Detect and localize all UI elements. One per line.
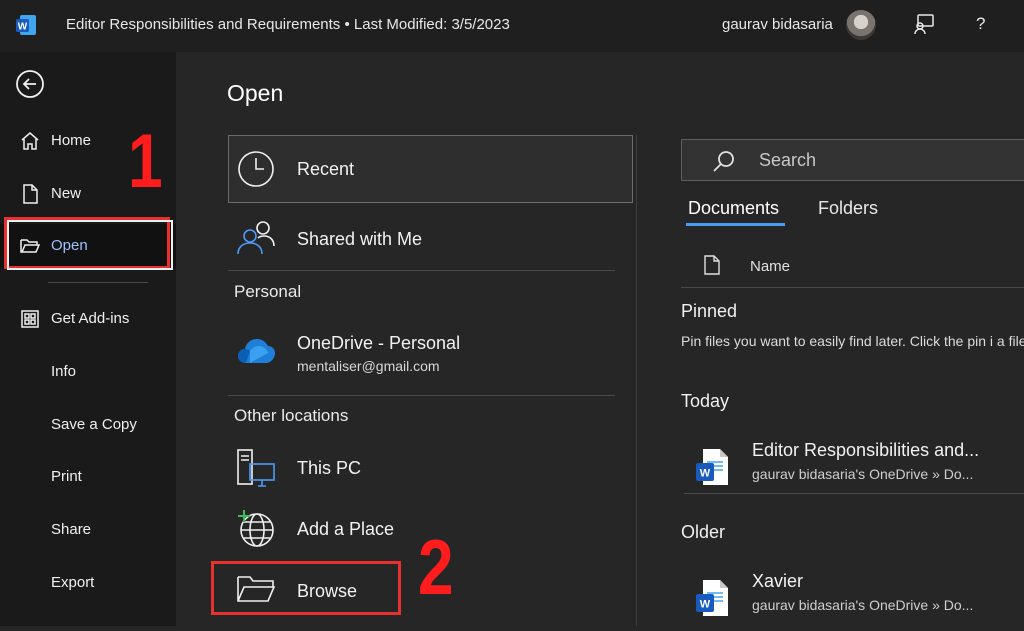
divider bbox=[681, 287, 1024, 288]
computer-icon bbox=[236, 448, 276, 488]
file-row-editor-responsibilities[interactable]: W Editor Responsibilities and... gaurav … bbox=[681, 440, 1024, 500]
today-heading: Today bbox=[681, 391, 730, 411]
word-file-icon: W bbox=[695, 448, 729, 486]
nav-item-label: Info bbox=[51, 363, 77, 380]
user-name[interactable]: gaurav bidasaria bbox=[722, 16, 833, 33]
word-file-icon-letter: W bbox=[700, 468, 711, 480]
nav-item-label: Print bbox=[51, 468, 82, 485]
page-title: Open bbox=[227, 80, 284, 106]
nav-item-print[interactable]: Print bbox=[0, 455, 176, 499]
divider bbox=[228, 395, 615, 396]
nav-divider bbox=[48, 282, 148, 283]
feedback-icon[interactable] bbox=[912, 12, 936, 36]
search-placeholder[interactable]: Search bbox=[759, 150, 816, 171]
globe-add-icon bbox=[236, 508, 276, 548]
divider bbox=[684, 493, 1024, 494]
open-focus-outline bbox=[7, 220, 173, 270]
recent-row[interactable]: Recent bbox=[228, 139, 616, 199]
shared-with-me-row[interactable]: Shared with Me bbox=[228, 210, 616, 270]
nav-item-info[interactable]: Info bbox=[0, 350, 176, 394]
shared-people-icon bbox=[236, 218, 276, 258]
older-heading: Older bbox=[681, 522, 726, 542]
this-pc-label: This PC bbox=[297, 458, 362, 478]
file-name: Xavier bbox=[752, 571, 804, 591]
word-app-icon: W bbox=[14, 13, 38, 37]
document-title[interactable]: Editor Responsibilities and Requirements… bbox=[66, 16, 510, 33]
word-file-icon-letter: W bbox=[700, 599, 711, 611]
other-locations-heading: Other locations bbox=[234, 406, 349, 425]
annotation-step-1: 1 bbox=[128, 119, 163, 204]
onedrive-cloud-icon bbox=[236, 337, 276, 365]
new-document-icon bbox=[20, 184, 40, 204]
nav-item-label: Home bbox=[51, 132, 92, 149]
divider bbox=[228, 270, 615, 271]
add-ins-icon bbox=[20, 309, 40, 329]
nav-item-get-add-ins[interactable]: Get Add-ins bbox=[0, 297, 176, 341]
clock-icon bbox=[236, 149, 276, 189]
onedrive-label: OneDrive - Personal bbox=[297, 333, 461, 353]
file-row-xavier[interactable]: W Xavier gaurav bidasaria's OneDrive » D… bbox=[681, 571, 1024, 631]
personal-heading: Personal bbox=[234, 282, 302, 301]
column-divider bbox=[636, 135, 637, 626]
file-type-header-icon bbox=[704, 255, 720, 275]
avatar[interactable] bbox=[846, 10, 876, 40]
file-name: Editor Responsibilities and... bbox=[752, 440, 980, 460]
active-tab-indicator bbox=[686, 223, 785, 226]
nav-item-label: Get Add-ins bbox=[51, 310, 130, 327]
nav-item-label: Share bbox=[51, 521, 92, 538]
browse-highlight-box bbox=[211, 561, 401, 615]
help-icon[interactable]: ? bbox=[976, 14, 985, 34]
onedrive-email: mentaliser@gmail.com bbox=[297, 358, 440, 374]
back-arrow-icon[interactable] bbox=[15, 69, 45, 99]
nav-item-export[interactable]: Export bbox=[0, 561, 176, 605]
file-location: gaurav bidasaria's OneDrive » Do... bbox=[752, 466, 974, 482]
nav-item-label: Export bbox=[51, 574, 95, 591]
name-column-header[interactable]: Name bbox=[750, 258, 790, 275]
tab-folders[interactable]: Folders bbox=[818, 198, 878, 219]
pinned-hint: Pin files you want to easily find later.… bbox=[681, 333, 1024, 349]
pinned-heading: Pinned bbox=[681, 301, 738, 321]
recent-label: Recent bbox=[297, 159, 355, 179]
nav-item-save-a-copy[interactable]: Save a Copy bbox=[0, 403, 176, 447]
shared-with-me-label: Shared with Me bbox=[297, 229, 423, 249]
onedrive-personal-row[interactable]: OneDrive - Personal mentaliser@gmail.com bbox=[228, 323, 616, 383]
nav-item-label: New bbox=[51, 185, 82, 202]
nav-item-label: Save a Copy bbox=[51, 416, 137, 433]
search-icon bbox=[712, 149, 736, 173]
file-location: gaurav bidasaria's OneDrive » Do... bbox=[752, 597, 974, 613]
app-icon-letter: W bbox=[18, 22, 28, 33]
nav-item-share[interactable]: Share bbox=[0, 508, 176, 552]
tab-documents[interactable]: Documents bbox=[688, 198, 779, 219]
home-icon bbox=[20, 131, 40, 151]
annotation-step-2: 2 bbox=[418, 523, 454, 611]
word-file-icon: W bbox=[695, 579, 729, 617]
add-a-place-label: Add a Place bbox=[297, 519, 395, 539]
this-pc-row[interactable]: This PC bbox=[228, 440, 616, 500]
